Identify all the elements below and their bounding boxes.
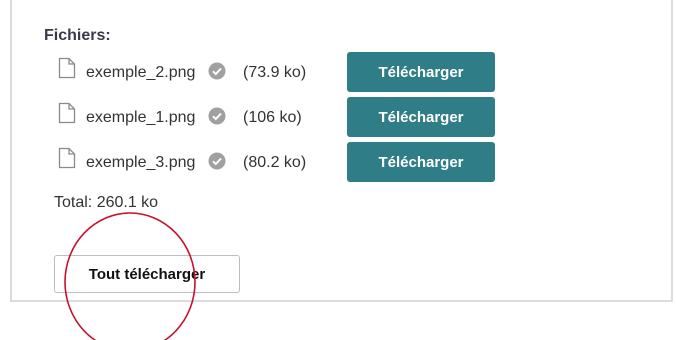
file-name[interactable]: exemple_3.png [86,154,195,172]
file-row: exemple_3.png (80.2 ko) Télécharger [58,142,518,182]
file-size: (106 ko) [243,109,302,126]
download-button[interactable]: Télécharger [347,142,495,182]
download-button[interactable]: Télécharger [347,52,495,92]
file-icon [58,102,76,124]
file-row: exemple_2.png (73.9 ko) Télécharger [58,52,518,92]
files-heading: Fichiers: [44,27,111,44]
file-row: exemple_1.png (106 ko) Télécharger [58,97,518,137]
check-circle-icon [208,152,226,170]
download-all-button[interactable]: Tout télécharger [54,255,240,293]
file-size: (73.9 ko) [243,64,307,81]
total-size: Total: 260.1 ko [54,194,159,211]
check-circle-icon [208,62,226,80]
files-panel: Fichiers: exemple_2.png (73.9 ko) Téléch… [10,0,673,302]
file-icon [58,147,76,169]
file-size: (80.2 ko) [243,154,307,171]
file-icon [58,57,76,79]
download-button[interactable]: Télécharger [347,97,495,137]
check-circle-icon [208,107,226,125]
file-name[interactable]: exemple_2.png [86,64,195,82]
file-name[interactable]: exemple_1.png [86,109,195,127]
